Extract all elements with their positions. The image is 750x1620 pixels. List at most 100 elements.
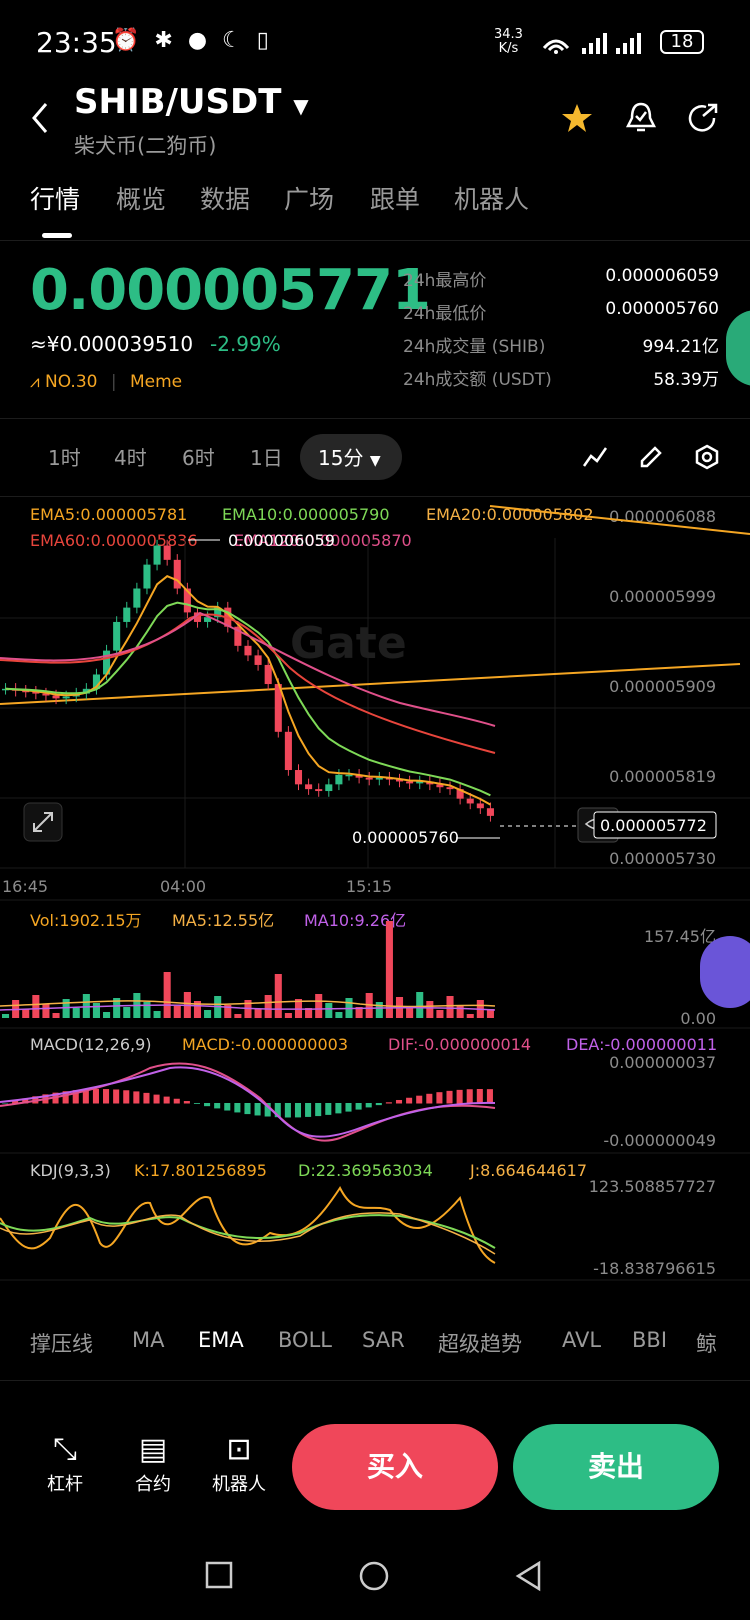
volume-bar	[163, 972, 171, 1018]
ind-tab-bbi[interactable]: BBI	[632, 1328, 667, 1352]
ind-tab-avl[interactable]: AVL	[562, 1328, 601, 1352]
stats-24h: 24h最高价 0.000006059 24h最低价 0.000005760 24h成…	[403, 266, 719, 398]
indicator-tabs: 撑压线 MA EMA BOLL SAR 超级趋势 AVL BBI 鲸	[0, 1318, 750, 1368]
ind-tab-sar[interactable]: SAR	[362, 1328, 405, 1352]
chevron-down-icon: ▼	[369, 453, 381, 469]
stat-low: 24h最低价 0.000005760	[403, 299, 719, 324]
volume-bar	[173, 1006, 181, 1018]
interval-6h[interactable]: 6时	[182, 442, 215, 471]
tab-bot[interactable]: 机器人	[454, 180, 529, 216]
tab-square[interactable]: 广场	[284, 180, 334, 216]
back-icon[interactable]	[514, 1560, 544, 1592]
robot-icon: ⊡	[226, 1432, 252, 1467]
price-change: -2.99%	[210, 332, 281, 356]
ind-tab-whale[interactable]: 鲸	[696, 1328, 717, 1358]
interval-1h[interactable]: 1时	[48, 442, 81, 471]
volume-bar	[2, 1014, 10, 1018]
tab-market[interactable]: 行情	[30, 180, 80, 216]
macd-bar	[315, 1103, 322, 1117]
candle	[163, 545, 171, 560]
stat-volume: 24h成交量 (SHIB) 994.21亿	[403, 337, 719, 357]
cny-price: ≈¥0.000039510	[30, 332, 194, 356]
main-tabs: 行情 概览 数据 广场 跟单 机器人	[30, 180, 730, 230]
bell-alert-icon[interactable]	[624, 100, 658, 136]
ind-tab-supertrend[interactable]: 超级趋势	[438, 1328, 522, 1358]
status-icons: ⏰ ✱ ● ☾ ▯	[112, 28, 273, 53]
leverage-button[interactable]: ⤡ 杠杆	[30, 1430, 100, 1496]
recent-apps-icon[interactable]	[204, 1560, 234, 1590]
sell-button[interactable]: 卖出	[513, 1424, 719, 1510]
volume-bar	[42, 1004, 50, 1018]
candle	[52, 695, 60, 699]
kline-chart[interactable]: EMA5:0.000005781 EMA10:0.000005790 EMA20…	[0, 498, 750, 1338]
candle	[143, 564, 151, 589]
volume-bar	[446, 996, 454, 1018]
pair-title[interactable]: SHIB/USDT ▼	[74, 82, 309, 122]
macd-bar	[365, 1103, 372, 1108]
interval-15m[interactable]: 15分 ▼	[318, 442, 381, 471]
candle	[325, 784, 333, 792]
macd-bar	[345, 1103, 352, 1112]
candle	[264, 664, 272, 685]
price-axis-label: 0.000005999	[609, 587, 716, 606]
candle	[365, 777, 373, 780]
macd-bar	[173, 1098, 180, 1104]
interval-1d[interactable]: 1日	[250, 442, 283, 471]
volume-bar	[416, 992, 424, 1018]
macd-bar	[163, 1096, 170, 1104]
share-icon[interactable]	[686, 102, 720, 136]
macd-bar	[466, 1089, 473, 1104]
settings-icon[interactable]	[694, 444, 720, 470]
candle	[153, 545, 161, 565]
rank-badge[interactable]: ⩘ NO.30 | Meme	[30, 372, 182, 392]
dif-legend: DIF:-0.000000014	[388, 1035, 531, 1054]
volume-bar	[426, 1001, 434, 1018]
draw-icon[interactable]	[638, 444, 664, 470]
tab-copy-trade[interactable]: 跟单	[370, 180, 420, 216]
divider	[0, 418, 750, 419]
chat-bubble-icon[interactable]	[726, 310, 750, 386]
robot-button[interactable]: ⊡ 机器人	[204, 1430, 274, 1496]
time-axis-label: 16:45	[2, 877, 48, 896]
status-time: 23:35	[36, 26, 117, 59]
ind-tab-support[interactable]: 撑压线	[30, 1328, 93, 1358]
assistant-bubble-icon[interactable]	[700, 936, 750, 1008]
status-bar: 23:35 ⏰ ✱ ● ☾ ▯ 34.3 K/s 18	[0, 0, 750, 86]
macd-bar	[436, 1092, 443, 1104]
home-icon[interactable]	[358, 1560, 390, 1592]
macd-bar	[456, 1089, 463, 1104]
chart-type-icon[interactable]	[582, 444, 608, 470]
contract-button[interactable]: ▤ 合约	[118, 1430, 188, 1496]
macd-axis-min: -0.000000049	[603, 1131, 716, 1150]
candle	[315, 789, 323, 792]
volume-bar	[254, 1009, 262, 1018]
macd-bar	[123, 1090, 130, 1104]
pair-subtitle: 柴犬币(二狗币)	[74, 134, 217, 158]
buy-button[interactable]: 买入	[292, 1424, 498, 1510]
tab-data[interactable]: 数据	[200, 180, 250, 216]
macd-bar	[426, 1093, 433, 1104]
time-axis-label: 04:00	[160, 877, 206, 896]
macd-bar	[335, 1103, 342, 1114]
tab-overview[interactable]: 概览	[116, 180, 166, 216]
tab-underline	[42, 233, 72, 238]
macd-bar	[214, 1103, 221, 1109]
ind-tab-ema[interactable]: EMA	[198, 1328, 244, 1352]
star-icon[interactable]	[560, 102, 594, 136]
candle	[476, 803, 484, 809]
divider	[0, 240, 750, 241]
time-axis-label: 15:15	[346, 877, 392, 896]
macd-bar	[395, 1099, 403, 1104]
macd-bar	[284, 1103, 291, 1118]
vol-axis-min: 0.00	[680, 1009, 716, 1028]
volume-bar	[32, 995, 40, 1018]
macd-bar	[355, 1103, 362, 1110]
macd-bar	[103, 1089, 110, 1104]
back-arrow-icon[interactable]	[28, 100, 52, 136]
candle	[305, 784, 313, 790]
interval-4h[interactable]: 4时	[114, 442, 147, 471]
ind-tab-boll[interactable]: BOLL	[278, 1328, 332, 1352]
kdj-j-legend: J:8.664644617	[469, 1161, 587, 1180]
low-marker-label: 0.000005760	[352, 828, 459, 847]
ind-tab-ma[interactable]: MA	[132, 1328, 164, 1352]
